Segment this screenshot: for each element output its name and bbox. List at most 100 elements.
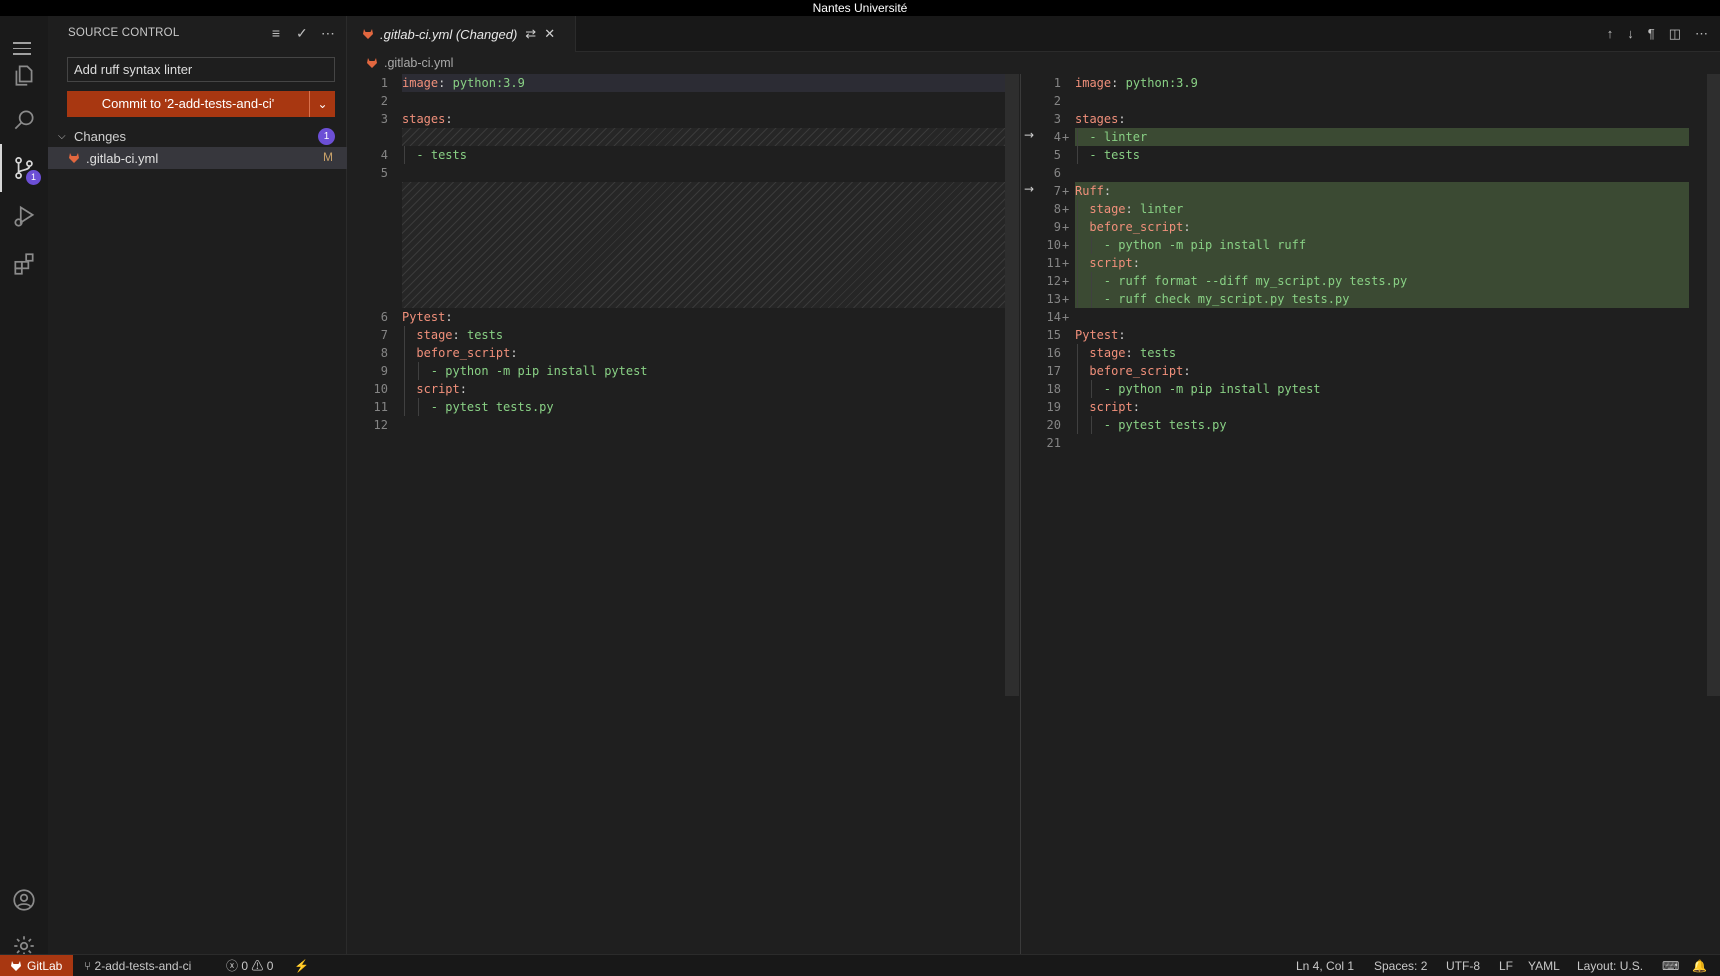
breadcrumb[interactable]: .gitlab-ci.yml [348, 52, 1720, 74]
code-text: - ruff check my_script.py tests.py [1104, 290, 1350, 308]
code-line[interactable]: 18 - python -m pip install pytest [1021, 380, 1720, 398]
code-line[interactable]: 19 script: [1021, 398, 1720, 416]
code-line[interactable]: 16 stage: tests [1021, 344, 1720, 362]
code-line[interactable]: 4 - tests [348, 146, 1019, 164]
code-text: stage: linter [1089, 202, 1184, 216]
code-line[interactable]: 9 + before_script: [1021, 218, 1720, 236]
removed-placeholder [402, 128, 1019, 146]
line-number: 2 [1053, 94, 1061, 108]
source-control-icon[interactable]: 1 [0, 144, 48, 192]
code-text: script: [1089, 400, 1140, 414]
code-text: - tests [1089, 146, 1140, 164]
language-mode[interactable]: YAML [1528, 955, 1560, 976]
view-as-list-icon[interactable]: ≡ [268, 25, 284, 41]
commit-dropdown-chevron-icon[interactable]: ⌄ [309, 91, 335, 117]
next-change-icon[interactable]: ↓ [1627, 26, 1634, 42]
account-icon[interactable] [0, 876, 48, 924]
changes-section-header[interactable]: ⌵ Changes 1 [48, 125, 347, 147]
cursor-position[interactable]: Ln 4, Col 1 [1296, 955, 1354, 976]
code-line[interactable]: 8 before_script: [348, 344, 1019, 362]
code-line[interactable]: 17 before_script: [1021, 362, 1720, 380]
code-line[interactable]: 5 - tests [1021, 146, 1720, 164]
code-text: script: [1089, 256, 1140, 270]
yaml-key: before_script [1089, 220, 1184, 234]
code-text: Pytest: [402, 310, 453, 324]
yaml-key: script [1089, 400, 1133, 414]
modified-pane[interactable]: → → 1 image: python:3.9 2 3 stages: 4 + - linte… [1020, 74, 1720, 954]
yaml-key: Ruff [1075, 184, 1104, 198]
code-line[interactable]: 2 [1021, 92, 1720, 110]
original-pane[interactable]: 1 image: python:3.9 2 3 stages: 4 - tests 5 6 Pyt… [348, 74, 1019, 954]
encoding[interactable]: UTF-8 [1446, 955, 1480, 976]
code-line[interactable]: 3 stages: [1021, 110, 1720, 128]
more-actions-icon[interactable]: ⋯ [1695, 26, 1708, 42]
explorer-icon[interactable] [0, 51, 48, 99]
yaml-key: Pytest [1075, 328, 1119, 342]
yaml-value: python:3.9 [1125, 76, 1198, 90]
line-number: 16 [1046, 346, 1061, 360]
run-debug-icon[interactable] [0, 192, 48, 240]
commit-check-icon[interactable]: ✓ [294, 25, 310, 41]
code-line[interactable]: 11 - pytest tests.py [348, 398, 1019, 416]
more-actions-icon[interactable]: ⋯ [320, 25, 336, 41]
line-number: 4 [380, 148, 388, 162]
code-line[interactable]: 9 - python -m pip install pytest [348, 362, 1019, 380]
split-editor-icon[interactable]: ◫ [1669, 26, 1681, 42]
code-line[interactable]: 11 + script: [1021, 254, 1720, 272]
error-icon: ⓧ [226, 959, 239, 973]
close-icon[interactable]: ✕ [544, 26, 555, 42]
code-line[interactable]: 5 [348, 164, 1019, 182]
code-line[interactable]: 7 + Ruff: [1021, 182, 1720, 200]
breadcrumb-file: .gitlab-ci.yml [384, 56, 454, 70]
gitlab-icon [11, 961, 21, 971]
code-line[interactable]: 12 + - ruff format --diff my_script.py tes… [1021, 272, 1720, 290]
code-line[interactable]: 1 image: python:3.9 [348, 74, 1019, 92]
code-line[interactable]: 1 image: python:3.9 [1021, 74, 1720, 92]
commit-button[interactable]: Commit to '2-add-tests-and-ci' [67, 91, 309, 117]
indentation[interactable]: Spaces: 2 [1374, 955, 1427, 976]
line-number: 11 [1046, 256, 1061, 270]
keyboard-layout[interactable]: Layout: U.S. [1577, 955, 1643, 976]
editor-tab[interactable]: .gitlab-ci.yml (Changed) ⇄ ✕ [348, 16, 576, 52]
git-compare-icon[interactable]: ⇄ [525, 26, 536, 42]
code-line[interactable]: 6 Pytest: [348, 308, 1019, 326]
line-number: 20 [1046, 418, 1061, 432]
branch-indicator[interactable]: ⑂ 2-add-tests-and-ci [84, 955, 191, 976]
commit-message-input[interactable]: Add ruff syntax linter [67, 57, 335, 82]
whitespace-icon[interactable]: ¶ [1648, 26, 1655, 42]
warning-count: 0 [266, 959, 274, 973]
code-line[interactable]: 2 [348, 92, 1019, 110]
code-line[interactable]: 12 [348, 416, 1019, 434]
search-icon[interactable] [0, 96, 48, 144]
feedback-icon[interactable]: ⌨ [1662, 955, 1679, 976]
end-of-line[interactable]: LF [1499, 955, 1513, 976]
code-text: stage: tests [1089, 346, 1177, 360]
problems-indicator[interactable]: ⓧ 0 ⚠ 0 [226, 955, 273, 976]
yaml-key: stage [416, 328, 453, 342]
line-number: 4 [1053, 130, 1061, 144]
changed-file-item[interactable]: .gitlab-ci.yml M [48, 147, 347, 169]
code-line[interactable]: 6 [1021, 164, 1720, 182]
yaml-value: - ruff format --diff my_script.py tests.… [1103, 274, 1408, 288]
code-text: - python -m pip install pytest [1104, 380, 1321, 398]
remote-indicator[interactable]: GitLab [0, 955, 73, 976]
code-text: script: [416, 382, 467, 396]
code-line[interactable]: 15 Pytest: [1021, 326, 1720, 344]
notifications-bell-icon[interactable]: 🔔 [1692, 955, 1707, 976]
code-line[interactable]: 7 stage: tests [348, 326, 1019, 344]
code-line[interactable]: 14 + [1021, 308, 1720, 326]
extensions-icon[interactable] [0, 240, 48, 288]
code-line[interactable]: 3 stages: [348, 110, 1019, 128]
code-line[interactable]: 10 + - python -m pip install ruff [1021, 236, 1720, 254]
previous-change-icon[interactable]: ↑ [1607, 26, 1614, 42]
code-line[interactable]: 4 + - linter [1021, 128, 1720, 146]
yaml-value: tests [466, 328, 504, 342]
broadcast-icon[interactable]: ⚡ [294, 955, 309, 976]
code-line[interactable]: 13 + - ruff check my_script.py tests.py [1021, 290, 1720, 308]
panel-title: SOURCE CONTROL [68, 27, 180, 39]
code-line[interactable]: 10 script: [348, 380, 1019, 398]
code-line[interactable]: 8 + stage: linter [1021, 200, 1720, 218]
tab-label: .gitlab-ci.yml (Changed) [380, 26, 518, 42]
code-line[interactable]: 20 - pytest tests.py [1021, 416, 1720, 434]
code-line[interactable]: 21 [1021, 434, 1720, 452]
